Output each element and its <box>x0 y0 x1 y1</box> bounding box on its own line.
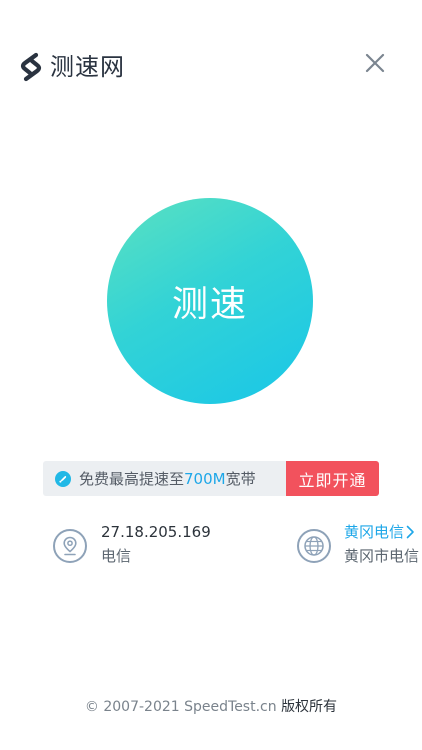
promo-speed-highlight: 700M <box>184 469 226 488</box>
server-info: 黄冈电信 黄冈市电信 <box>297 520 419 568</box>
speedtest-s-logo-icon <box>18 52 44 82</box>
ip-info: 27.18.205.169 电信 <box>53 520 211 568</box>
activate-now-button[interactable]: 立即开通 <box>286 461 379 496</box>
copyright-text: © 2007-2021 SpeedTest.cn <box>84 699 277 715</box>
server-node-detail: 黄冈市电信 <box>344 547 420 565</box>
server-node-name: 黄冈电信 <box>344 523 405 541</box>
chevron-right-icon <box>406 525 414 539</box>
speed-test-label: 测速 <box>171 284 248 325</box>
server-node-selector[interactable]: 黄冈电信 <box>344 520 419 544</box>
footer: © 2007-2021 SpeedTest.cn 版权所有 <box>0 696 422 716</box>
brand-name: 测速网 <box>50 53 125 81</box>
location-pin-icon <box>53 529 87 563</box>
brand-logo[interactable]: 测速网 <box>18 52 125 82</box>
broadband-promo-banner: 免费最高提速至 700M 宽带 立即开通 <box>43 461 379 496</box>
promo-text-after: 宽带 <box>225 470 256 488</box>
globe-icon <box>297 529 331 563</box>
promo-text-before: 免费最高提速至 <box>79 470 185 488</box>
close-button[interactable] <box>362 50 388 76</box>
rights-text: 版权所有 <box>281 699 338 715</box>
app-header: 测速网 <box>0 0 422 130</box>
promo-text-area: 免费最高提速至 700M 宽带 <box>43 461 286 496</box>
isp-name: 电信 <box>101 547 132 565</box>
start-speed-test-button[interactable]: 测速 <box>107 198 313 404</box>
ip-address: 27.18.205.169 <box>101 523 211 541</box>
close-icon <box>365 53 385 73</box>
rocket-icon <box>55 470 71 487</box>
